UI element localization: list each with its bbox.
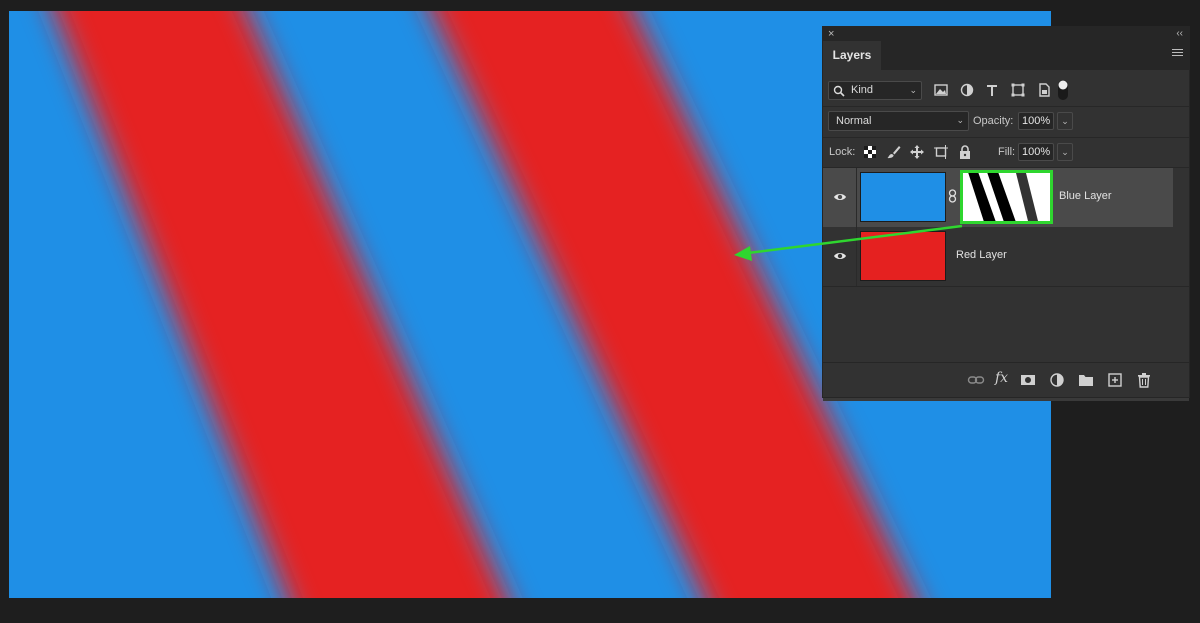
new-layer-icon[interactable] bbox=[1106, 371, 1124, 389]
mask-preview-image bbox=[968, 173, 1038, 221]
divider bbox=[856, 227, 857, 286]
fill-dropdown-button[interactable]: ⌄ bbox=[1057, 143, 1073, 161]
chevron-down-icon: ⌄ bbox=[956, 115, 964, 125]
delete-icon[interactable] bbox=[1135, 371, 1153, 389]
panel-menu-icon[interactable] bbox=[1172, 49, 1183, 60]
panel-tab-row: Layers bbox=[823, 41, 1189, 70]
lock-all-icon[interactable] bbox=[957, 144, 973, 160]
filter-toggle-icon[interactable] bbox=[1057, 78, 1069, 102]
shape-filter-icon[interactable] bbox=[1010, 82, 1026, 98]
new-adjustment-layer-icon[interactable] bbox=[1048, 371, 1066, 389]
layer-row-red[interactable]: Red Layer bbox=[823, 227, 1173, 286]
smart-object-filter-icon[interactable] bbox=[1036, 82, 1052, 98]
layer-mask-thumbnail[interactable] bbox=[960, 170, 1053, 224]
search-icon bbox=[833, 85, 845, 97]
panel-resize-grip[interactable] bbox=[823, 398, 1189, 401]
lock-artboard-icon[interactable] bbox=[933, 144, 949, 160]
divider bbox=[823, 286, 1189, 287]
lock-row: Lock: Fill: 100% ⌄ bbox=[823, 138, 1189, 168]
fx-icon[interactable]: fx bbox=[995, 370, 1013, 388]
opacity-dropdown-button[interactable]: ⌄ bbox=[1057, 112, 1073, 130]
blend-mode-select[interactable]: Normal ⌄ bbox=[828, 111, 969, 131]
layer-thumbnail[interactable] bbox=[860, 231, 946, 281]
layer-thumbnail[interactable] bbox=[860, 172, 946, 222]
lock-image-pixels-icon[interactable] bbox=[886, 144, 902, 160]
lock-label: Lock: bbox=[829, 146, 856, 158]
new-group-icon[interactable] bbox=[1077, 371, 1095, 389]
blend-mode-value: Normal bbox=[836, 115, 872, 127]
collapse-panel-button[interactable]: ‹‹ bbox=[1176, 27, 1183, 41]
type-filter-icon[interactable] bbox=[984, 82, 1000, 98]
divider bbox=[856, 168, 857, 227]
blend-row: Normal ⌄ Opacity: 100% ⌄ bbox=[823, 107, 1189, 137]
layers-panel: × ‹‹ Layers Kind ⌄ Normal ⌄ Opacity: 100… bbox=[822, 26, 1190, 401]
layer-name[interactable]: Blue Layer bbox=[1059, 190, 1112, 202]
chevron-down-icon: ⌄ bbox=[909, 85, 917, 95]
filter-kind-label: Kind bbox=[851, 84, 874, 96]
panel-bottom-toolbar: fx bbox=[823, 362, 1189, 397]
fill-input[interactable]: 100% bbox=[1018, 143, 1054, 161]
visibility-eye-icon[interactable] bbox=[833, 251, 847, 261]
link-layers-icon[interactable] bbox=[967, 371, 985, 389]
mask-link-chain-icon[interactable] bbox=[948, 189, 957, 203]
layer-row-blue[interactable]: Blue Layer bbox=[823, 168, 1173, 227]
fill-label: Fill: bbox=[998, 146, 1016, 158]
panel-title-bar: × ‹‹ bbox=[823, 27, 1189, 41]
filter-kind-select[interactable]: Kind ⌄ bbox=[828, 81, 922, 100]
lock-transparent-pixels-icon[interactable] bbox=[862, 144, 878, 160]
layers-list: Blue Layer Red Layer bbox=[823, 168, 1173, 286]
layer-name[interactable]: Red Layer bbox=[956, 249, 1007, 261]
add-mask-icon[interactable] bbox=[1019, 371, 1037, 389]
adjustment-filter-icon[interactable] bbox=[959, 82, 975, 98]
image-filter-icon[interactable] bbox=[933, 82, 949, 98]
tab-layers[interactable]: Layers bbox=[823, 41, 881, 70]
lock-position-icon[interactable] bbox=[909, 144, 925, 160]
filter-row: Kind ⌄ bbox=[823, 76, 1189, 106]
close-panel-button[interactable]: × bbox=[828, 27, 834, 41]
visibility-eye-icon[interactable] bbox=[833, 192, 847, 202]
opacity-label: Opacity: bbox=[973, 115, 1014, 127]
opacity-input[interactable]: 100% bbox=[1018, 112, 1054, 130]
